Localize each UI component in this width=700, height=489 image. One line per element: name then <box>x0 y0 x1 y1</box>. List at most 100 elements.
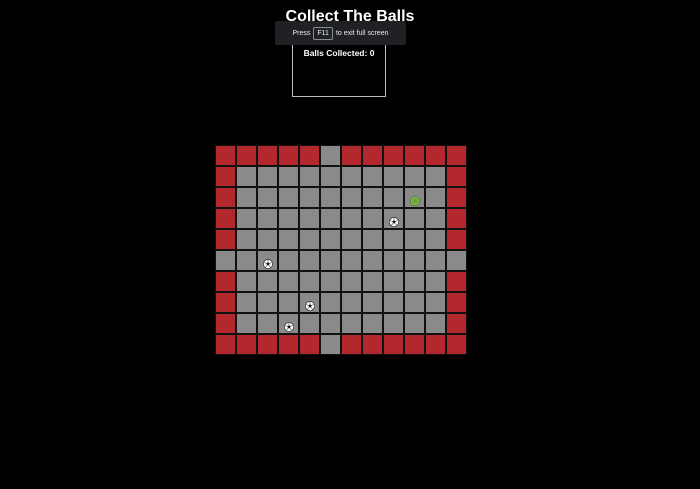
wall-tile <box>404 145 425 166</box>
soccer-ball-icon <box>305 298 315 311</box>
floor-tile <box>236 292 257 313</box>
player-green-ball-icon[interactable] <box>410 193 420 206</box>
wall-tile <box>215 271 236 292</box>
floor-tile <box>404 208 425 229</box>
floor-tile <box>278 292 299 313</box>
wall-tile <box>299 145 320 166</box>
floor-tile <box>404 292 425 313</box>
wall-tile <box>341 334 362 355</box>
floor-tile <box>278 271 299 292</box>
wall-tile <box>236 334 257 355</box>
floor-tile <box>320 292 341 313</box>
floor-tile <box>278 229 299 250</box>
floor-tile <box>383 166 404 187</box>
floor-tile <box>425 250 446 271</box>
floor-tile <box>425 208 446 229</box>
balls-collected-counter: Balls Collected: 0 <box>303 48 375 58</box>
wall-tile <box>425 145 446 166</box>
floor-tile <box>278 313 299 334</box>
wall-tile <box>299 334 320 355</box>
floor-tile <box>257 271 278 292</box>
game-stage: Collect The Balls Press F11 to exit full… <box>0 0 700 489</box>
soccer-ball-icon <box>389 214 399 227</box>
floor-tile <box>320 208 341 229</box>
floor-tile <box>341 250 362 271</box>
wall-tile <box>215 145 236 166</box>
floor-tile <box>362 208 383 229</box>
wall-tile <box>383 145 404 166</box>
floor-tile <box>320 145 341 166</box>
floor-tile <box>299 208 320 229</box>
floor-tile <box>383 292 404 313</box>
wall-tile <box>446 145 467 166</box>
floor-tile <box>320 187 341 208</box>
wall-tile <box>425 334 446 355</box>
floor-tile <box>404 313 425 334</box>
floor-tile <box>404 271 425 292</box>
floor-tile <box>299 313 320 334</box>
floor-tile <box>278 187 299 208</box>
floor-tile <box>257 313 278 334</box>
score-panel: Balls Collected: 0 <box>292 40 386 97</box>
wall-tile <box>446 208 467 229</box>
soccer-ball-icon <box>284 319 294 332</box>
soccer-ball-icon <box>263 256 273 269</box>
wall-tile <box>341 145 362 166</box>
floor-tile <box>362 292 383 313</box>
floor-tile <box>341 271 362 292</box>
floor-tile <box>341 166 362 187</box>
wall-tile <box>404 334 425 355</box>
floor-tile <box>257 208 278 229</box>
floor-tile <box>236 208 257 229</box>
floor-tile <box>320 166 341 187</box>
floor-tile <box>236 250 257 271</box>
floor-tile <box>404 229 425 250</box>
floor-tile <box>320 271 341 292</box>
floor-tile <box>257 292 278 313</box>
wall-tile <box>215 229 236 250</box>
floor-tile <box>362 271 383 292</box>
floor-tile <box>425 292 446 313</box>
toast-press-text: Press <box>292 29 311 37</box>
floor-tile <box>236 271 257 292</box>
floor-tile <box>215 250 236 271</box>
wall-tile <box>446 229 467 250</box>
floor-tile <box>320 313 341 334</box>
floor-tile <box>278 208 299 229</box>
game-board[interactable] <box>215 145 467 355</box>
floor-tile <box>299 292 320 313</box>
wall-tile <box>236 145 257 166</box>
floor-tile <box>425 229 446 250</box>
wall-tile <box>215 208 236 229</box>
wall-tile <box>257 145 278 166</box>
floor-tile <box>383 250 404 271</box>
floor-tile <box>383 187 404 208</box>
floor-tile <box>299 229 320 250</box>
floor-tile <box>341 229 362 250</box>
floor-tile <box>257 166 278 187</box>
floor-tile <box>257 250 278 271</box>
wall-tile <box>446 166 467 187</box>
floor-tile <box>257 229 278 250</box>
floor-tile <box>299 166 320 187</box>
floor-tile <box>341 208 362 229</box>
floor-tile <box>236 166 257 187</box>
floor-tile <box>236 313 257 334</box>
f11-key-label: F11 <box>313 26 333 40</box>
wall-tile <box>446 187 467 208</box>
wall-tile <box>446 313 467 334</box>
floor-tile <box>299 250 320 271</box>
wall-tile <box>446 334 467 355</box>
floor-tile <box>362 166 383 187</box>
floor-tile <box>404 250 425 271</box>
floor-tile <box>383 229 404 250</box>
floor-tile <box>425 313 446 334</box>
floor-tile <box>446 250 467 271</box>
wall-tile <box>446 271 467 292</box>
floor-tile <box>278 166 299 187</box>
floor-tile <box>299 271 320 292</box>
floor-tile <box>362 313 383 334</box>
floor-tile <box>362 187 383 208</box>
floor-tile <box>362 229 383 250</box>
floor-tile <box>425 166 446 187</box>
